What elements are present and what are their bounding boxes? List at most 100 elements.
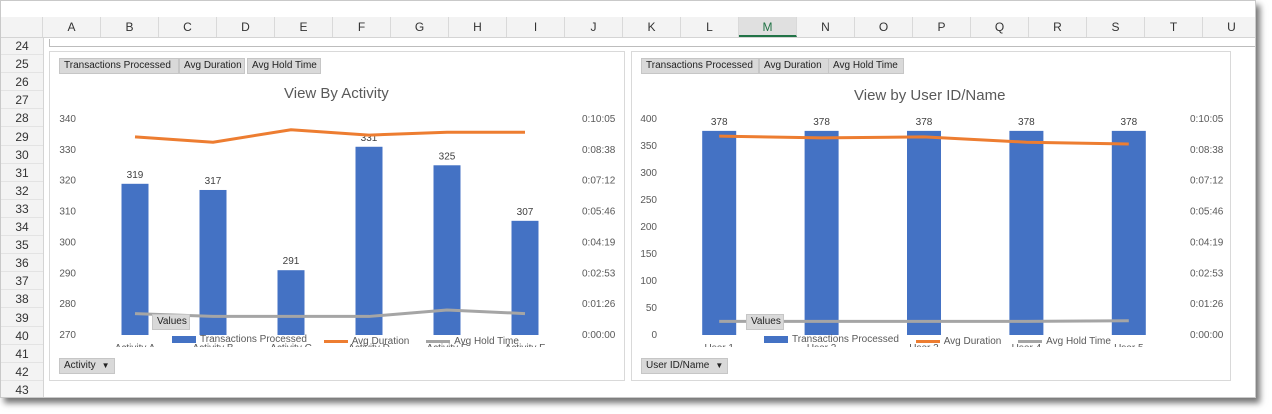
chart-legend: Transactions Processed Avg Duration Avg … (172, 334, 533, 347)
row-header-30[interactable]: 30 (1, 147, 43, 164)
row-header-31[interactable]: 31 (1, 165, 43, 182)
legend-label: Avg Hold Time (454, 336, 519, 347)
y-axis-tick-label: 200 (640, 222, 657, 233)
values-button[interactable]: Values (746, 314, 784, 330)
column-header-k[interactable]: K (623, 17, 681, 37)
bar-2 (199, 189, 227, 335)
axis-field-dropdown-activity[interactable]: Activity ▼ (59, 358, 115, 374)
legend-swatch-bar (764, 336, 788, 343)
y2-axis-tick-label: 0:02:53 (1190, 268, 1224, 279)
chart-plot-activity: 340 330 320 310 300 290 280 270 0:10:05 0:08:38 0:… (59, 114, 616, 347)
legend-label: Avg Hold Time (1046, 336, 1111, 347)
column-header-b[interactable]: B (101, 17, 159, 37)
y2-axis-tick-label: 0:01:26 (1190, 299, 1224, 310)
axis-field-dropdown-user[interactable]: User ID/Name ▼ (641, 358, 729, 374)
chart-panel-user[interactable]: Transactions Processed Avg Duration Avg … (631, 51, 1231, 381)
dropdown-label: User ID/Name (646, 360, 710, 371)
bar-3 (277, 270, 305, 335)
bar-data-label: 378 (1120, 117, 1137, 128)
x-axis-category-label: Activity A (115, 343, 156, 347)
column-header-m[interactable]: M (739, 17, 797, 37)
row-header-29[interactable]: 29 (1, 129, 43, 146)
x-axis-category-label: User 1 (704, 343, 734, 347)
field-button-transactions[interactable]: Transactions Processed (641, 58, 759, 74)
bar-data-label: 378 (711, 117, 728, 128)
column-header-e[interactable]: E (275, 17, 333, 37)
column-header-s[interactable]: S (1087, 17, 1145, 37)
y-axis-tick-label: 300 (59, 237, 76, 248)
legend-item-transactions: Transactions Processed (764, 334, 899, 345)
row-header-43[interactable]: 43 (1, 382, 43, 397)
y-axis-tick-label: 310 (59, 207, 76, 218)
select-all-corner[interactable] (1, 17, 43, 37)
legend-item-avg-duration: Avg Duration (323, 336, 409, 347)
bar-1 (121, 183, 149, 335)
legend-item-avg-hold-time: Avg Hold Time (1018, 336, 1111, 347)
legend-swatch-line (915, 340, 940, 343)
row-header-28[interactable]: 28 (1, 110, 43, 128)
column-header-i[interactable]: I (507, 17, 565, 37)
column-header-r[interactable]: R (1029, 17, 1087, 37)
column-header-d[interactable]: D (217, 17, 275, 37)
column-header-q[interactable]: Q (971, 17, 1029, 37)
column-header-l[interactable]: L (681, 17, 739, 37)
bar-data-label: 317 (205, 176, 222, 187)
series-line-avg-hold-time (134, 308, 526, 318)
chart-legend: Transactions Processed Avg Duration Avg … (764, 334, 1125, 347)
row-header-37[interactable]: 37 (1, 273, 43, 291)
bar-data-label: 325 (439, 151, 456, 162)
excel-sheet-frame: ABCDEFGHIJKLMNOPQRSTU 24 25 26 27 28 29 30 31 32… (0, 0, 1256, 398)
bar-1 (702, 130, 737, 335)
field-button-avg-hold-time[interactable]: Avg Hold Time (247, 58, 321, 74)
row-header-33[interactable]: 33 (1, 201, 43, 218)
chart-panel-activity[interactable]: Transactions Processed Avg Duration Avg … (49, 51, 625, 381)
column-header-t[interactable]: T (1145, 17, 1203, 37)
row-header-26[interactable]: 26 (1, 74, 43, 92)
column-header-f[interactable]: F (333, 17, 391, 37)
field-button-transactions[interactable]: Transactions Processed (59, 58, 179, 74)
row-header-42[interactable]: 42 (1, 364, 43, 381)
y2-axis-tick-label: 0:05:46 (1190, 207, 1224, 218)
row-header-27[interactable]: 27 (1, 92, 43, 110)
bar-2 (804, 130, 839, 335)
row-header-25[interactable]: 25 (1, 56, 43, 74)
legend-swatch-line (323, 340, 348, 343)
y-axis-tick-label: 150 (640, 249, 657, 260)
y2-axis-tick-label: 0:04:19 (582, 237, 616, 248)
field-button-avg-hold-time[interactable]: Avg Hold Time (828, 58, 904, 74)
legend-item-avg-hold-time: Avg Hold Time (426, 336, 519, 347)
row-header-32[interactable]: 32 (1, 183, 43, 200)
column-header-a[interactable]: A (43, 17, 101, 37)
y2-axis-tick-label: 0:05:46 (582, 207, 616, 218)
y-axis-tick-label: 280 (59, 299, 76, 310)
column-header-j[interactable]: J (565, 17, 623, 37)
column-header-g[interactable]: G (391, 17, 449, 37)
y2-axis-tick-label: 0:04:19 (1190, 237, 1224, 248)
y-axis-tick-label: 290 (59, 268, 76, 279)
y-axis-tick-label: 0 (651, 330, 657, 341)
legend-swatch-line (426, 340, 451, 343)
row-header-39[interactable]: 39 (1, 310, 43, 327)
column-header-n[interactable]: N (797, 17, 855, 37)
row-header-40[interactable]: 40 (1, 328, 43, 345)
row-header-36[interactable]: 36 (1, 255, 43, 273)
field-button-avg-duration[interactable]: Avg Duration (759, 58, 829, 74)
column-header-u[interactable]: U (1203, 17, 1255, 37)
row-header-38[interactable]: 38 (1, 291, 43, 309)
y2-axis-tick-label: 0:10:05 (1190, 114, 1224, 125)
row-header-35[interactable]: 35 (1, 237, 43, 255)
y-axis-tick-label: 100 (640, 276, 657, 287)
field-button-avg-duration[interactable]: Avg Duration (179, 58, 245, 74)
bar-5 (1111, 130, 1146, 335)
bar-6 (511, 220, 539, 335)
column-header-h[interactable]: H (449, 17, 507, 37)
row-header-24[interactable]: 24 (1, 38, 43, 55)
row-header-34[interactable]: 34 (1, 219, 43, 236)
values-button[interactable]: Values (152, 314, 190, 330)
column-header-c[interactable]: C (159, 17, 217, 37)
bar-3 (907, 130, 941, 335)
row-header-41[interactable]: 41 (1, 346, 43, 363)
y-axis-tick-label: 320 (59, 176, 76, 187)
column-header-p[interactable]: P (913, 17, 971, 37)
column-header-o[interactable]: O (855, 17, 913, 37)
